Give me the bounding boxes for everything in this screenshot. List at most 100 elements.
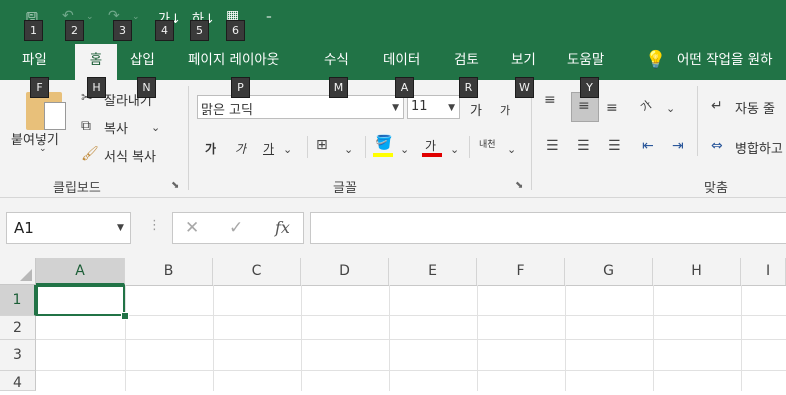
keytip-quick-1: 1 bbox=[24, 20, 43, 41]
grid-line bbox=[741, 285, 742, 391]
merge-center-icon: ⇔ bbox=[711, 138, 723, 154]
separator bbox=[531, 86, 532, 190]
separator bbox=[188, 86, 189, 190]
font-color-button[interactable]: 가 bbox=[425, 137, 436, 154]
font-group-label: 글꼴 bbox=[333, 181, 357, 196]
phonetic-dropdown-icon[interactable]: ⌄ bbox=[507, 143, 516, 156]
italic-button[interactable]: 가 bbox=[235, 140, 246, 157]
keytip-tab-file: F bbox=[30, 77, 49, 98]
fill-handle[interactable] bbox=[121, 312, 129, 320]
grid-line bbox=[653, 285, 654, 391]
column-header-d[interactable]: D bbox=[301, 258, 389, 285]
tab-file[interactable]: 파일 bbox=[22, 44, 47, 80]
separator bbox=[469, 136, 470, 158]
decrease-font-size-button[interactable]: 가 bbox=[500, 102, 510, 118]
paste-button[interactable]: 붙여넣기 bbox=[11, 129, 59, 148]
column-header-h[interactable]: H bbox=[653, 258, 741, 285]
column-header-b[interactable]: B bbox=[125, 258, 213, 285]
font-size-dropdown-icon[interactable]: ▼ bbox=[448, 103, 455, 113]
active-cell-a1[interactable] bbox=[36, 285, 125, 316]
column-header-c[interactable]: C bbox=[213, 258, 301, 285]
underline-button[interactable]: 가 bbox=[263, 140, 274, 157]
grid-line bbox=[389, 285, 390, 391]
separator bbox=[697, 86, 698, 156]
tell-me-search[interactable]: 어떤 작업을 원하 bbox=[677, 44, 773, 80]
column-header-i[interactable]: I bbox=[741, 258, 786, 285]
cancel-entry-icon[interactable]: ✕ bbox=[185, 218, 199, 238]
insert-function-icon[interactable]: fx bbox=[275, 218, 290, 237]
orientation-dropdown-icon[interactable]: ⌄ bbox=[666, 102, 675, 115]
align-right-icon[interactable]: ☰ bbox=[608, 138, 621, 154]
tab-help[interactable]: 도움말 bbox=[567, 44, 604, 80]
paste-dropdown-icon[interactable]: ⌄ bbox=[39, 144, 47, 154]
tab-view[interactable]: 보기 bbox=[511, 44, 536, 80]
wrap-text-button[interactable]: 자동 줄 bbox=[735, 98, 775, 117]
bold-button[interactable]: 가 bbox=[205, 140, 216, 157]
separator bbox=[307, 136, 308, 158]
font-size-value: 11 bbox=[411, 99, 428, 114]
grid-line bbox=[565, 285, 566, 391]
name-box[interactable]: A1 ▼ bbox=[6, 212, 131, 244]
row-header-4[interactable]: 4 bbox=[0, 371, 36, 391]
align-bottom-icon[interactable]: ≡ bbox=[606, 100, 618, 116]
keytip-tab-data: A bbox=[395, 77, 414, 98]
keytip-tab-review: R bbox=[459, 77, 478, 98]
fill-color-dropdown-icon[interactable]: ⌄ bbox=[400, 143, 409, 156]
keytip-quick-6: 6 bbox=[226, 20, 245, 41]
copy-icon: ⧉ bbox=[81, 118, 91, 134]
borders-icon[interactable]: ⊞ bbox=[316, 137, 328, 153]
tab-insert[interactable]: 삽입 bbox=[130, 44, 155, 80]
formula-input[interactable] bbox=[310, 212, 786, 244]
name-box-value: A1 bbox=[14, 219, 34, 237]
customize-quick-access-icon[interactable]: ⁼ bbox=[266, 12, 272, 25]
increase-font-size-button[interactable]: 가 bbox=[470, 100, 482, 119]
font-color-dropdown-icon[interactable]: ⌄ bbox=[450, 143, 459, 156]
tab-home[interactable]: 홈 bbox=[75, 44, 117, 80]
align-left-icon[interactable]: ☰ bbox=[546, 138, 559, 154]
row-header-2[interactable]: 2 bbox=[0, 316, 36, 340]
row-header-3[interactable]: 3 bbox=[0, 340, 36, 371]
clipboard-group-label: 클립보드 bbox=[53, 181, 101, 196]
clipboard-launcher-icon[interactable]: ⬊ bbox=[171, 180, 179, 191]
column-header-g[interactable]: G bbox=[565, 258, 653, 285]
borders-dropdown-icon[interactable]: ⌄ bbox=[344, 143, 353, 156]
increase-indent-icon[interactable]: ⇥ bbox=[672, 138, 684, 154]
tab-data[interactable]: 데이터 bbox=[383, 44, 420, 80]
tab-formulas[interactable]: 수식 bbox=[324, 44, 349, 80]
copy-button[interactable]: 복사 bbox=[104, 118, 128, 137]
tab-review[interactable]: 검토 bbox=[454, 44, 479, 80]
font-size-box[interactable]: 11 ▼ bbox=[407, 95, 460, 119]
enter-entry-icon[interactable]: ✓ bbox=[229, 218, 243, 238]
wrap-text-icon: ↵ bbox=[711, 98, 723, 114]
font-name-dropdown-icon[interactable]: ▼ bbox=[392, 103, 399, 113]
grid-line bbox=[301, 285, 302, 391]
undo-dropdown-icon[interactable]: ⌄ bbox=[86, 12, 94, 22]
row-header-1[interactable]: 1 bbox=[0, 285, 36, 316]
font-name-value: 맑은 고딕 bbox=[201, 103, 253, 118]
merge-center-button[interactable]: 병합하고 bbox=[735, 138, 783, 157]
format-painter-button[interactable]: 서식 복사 bbox=[104, 146, 156, 165]
decrease-indent-icon[interactable]: ⇤ bbox=[642, 138, 654, 154]
alignment-group-label: 맞춤 bbox=[704, 181, 728, 196]
name-box-dropdown-icon[interactable]: ▼ bbox=[117, 223, 124, 233]
font-launcher-icon[interactable]: ⬊ bbox=[515, 180, 523, 191]
formula-bar-grip-icon: ⋮ bbox=[148, 218, 161, 233]
column-header-e[interactable]: E bbox=[389, 258, 477, 285]
select-all-corner[interactable] bbox=[0, 258, 36, 285]
font-name-box[interactable]: 맑은 고딕 ▼ bbox=[197, 95, 404, 119]
separator bbox=[365, 136, 366, 158]
select-all-triangle-icon bbox=[20, 269, 32, 281]
fill-color-icon[interactable]: 🪣 bbox=[375, 135, 392, 151]
align-top-icon[interactable]: ≡ bbox=[544, 92, 556, 108]
tab-page-layout[interactable]: 페이지 레이아웃 bbox=[188, 44, 279, 80]
align-center-icon[interactable]: ☰ bbox=[577, 138, 590, 154]
underline-dropdown-icon[interactable]: ⌄ bbox=[283, 143, 292, 156]
formula-buttons: ✕ ✓ fx bbox=[172, 212, 304, 244]
column-header-a[interactable]: A bbox=[36, 258, 125, 285]
column-header-f[interactable]: F bbox=[477, 258, 565, 285]
grid-line bbox=[125, 285, 126, 391]
copy-dropdown-icon[interactable]: ⌄ bbox=[151, 121, 160, 134]
phonetic-guide-button[interactable]: 내천 bbox=[479, 137, 496, 150]
lightbulb-icon: 💡 bbox=[645, 50, 667, 70]
redo-dropdown-icon[interactable]: ⌄ bbox=[132, 12, 140, 22]
